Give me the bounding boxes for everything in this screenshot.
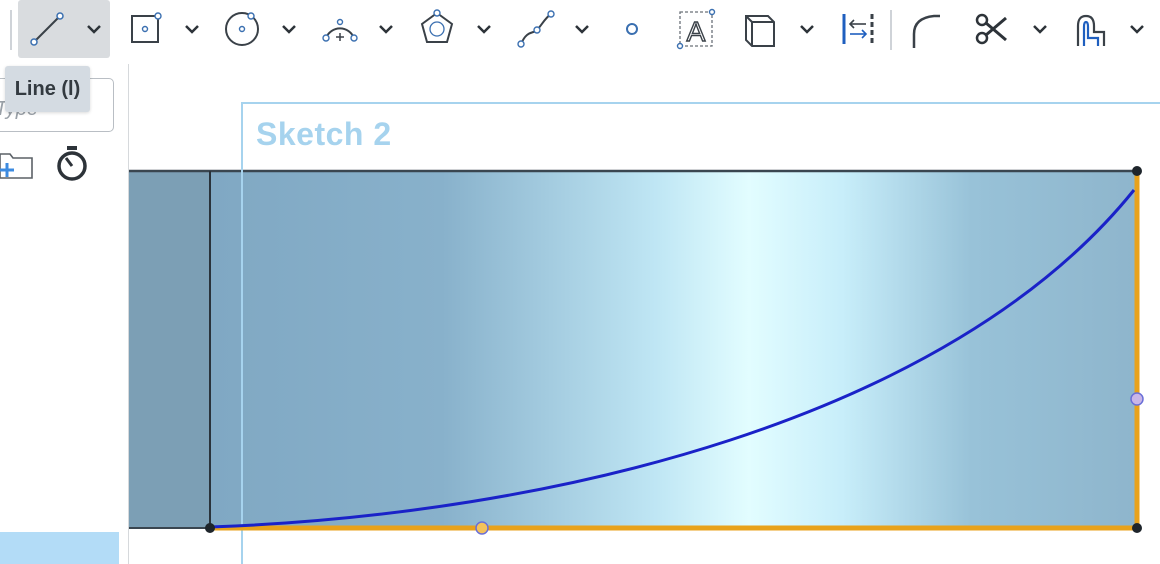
polygon-tool-button[interactable] <box>415 6 459 52</box>
arc-tool-button[interactable] <box>318 6 362 52</box>
edge-midpoint-handle[interactable] <box>475 521 489 535</box>
toolbar-separator <box>890 10 892 50</box>
spline-icon <box>517 10 555 48</box>
line-tool-dropdown[interactable] <box>84 16 104 42</box>
line-tool-tooltip: Line (l) <box>5 66 90 112</box>
trim-tool-dropdown[interactable] <box>1030 16 1050 42</box>
rollback-timer-button[interactable] <box>54 144 90 182</box>
add-folder-button[interactable] <box>0 148 36 182</box>
chevron-down-icon <box>282 25 296 34</box>
point-icon <box>626 23 638 35</box>
arc-tool-dropdown[interactable] <box>376 16 396 42</box>
sketch-fillet-icon <box>912 14 940 48</box>
chevron-down-icon <box>477 25 491 34</box>
chevron-down-icon <box>87 25 101 34</box>
part-top-face[interactable] <box>210 171 1139 528</box>
offset-tool-button[interactable] <box>1068 6 1112 52</box>
scissors-icon <box>975 13 1007 45</box>
constraint-tool-button[interactable] <box>836 6 880 52</box>
chevron-down-icon <box>185 25 199 34</box>
feature-panel <box>0 64 129 564</box>
edge-midpoint-handle[interactable] <box>1130 392 1144 406</box>
chevron-down-icon <box>379 25 393 34</box>
chevron-down-icon <box>575 25 589 34</box>
part-side-face[interactable] <box>129 171 210 528</box>
toolbar-separator <box>10 10 12 50</box>
rectangle-tool-dropdown[interactable] <box>182 16 202 42</box>
line-tool-button[interactable] <box>24 8 68 54</box>
chevron-down-icon <box>800 25 814 34</box>
construction-tool-button[interactable] <box>738 6 782 52</box>
add-folder-icon <box>0 153 33 179</box>
sketch-vertex[interactable] <box>1132 523 1142 533</box>
rectangle-tool-button[interactable] <box>124 6 168 52</box>
line-icon <box>30 12 64 46</box>
arc-icon <box>322 18 358 42</box>
selected-feature-row[interactable] <box>0 532 119 564</box>
sketch-vertex[interactable] <box>1132 166 1142 176</box>
trim-tool-button[interactable] <box>970 6 1014 52</box>
offset-tool-dropdown[interactable] <box>1127 16 1147 42</box>
spline-tool-dropdown[interactable] <box>572 16 592 42</box>
construction-box-icon <box>745 15 775 47</box>
rectangle-icon <box>131 12 162 43</box>
spline-tool-button[interactable] <box>513 6 557 52</box>
chevron-down-icon <box>1033 25 1047 34</box>
sketch-toolbar: A <box>0 0 1160 60</box>
sketch-vertex[interactable] <box>205 523 215 533</box>
construction-tool-dropdown[interactable] <box>797 16 817 42</box>
dimension-constraint-icon <box>842 14 874 44</box>
circle-tool-dropdown[interactable] <box>279 16 299 42</box>
polygon-tool-dropdown[interactable] <box>474 16 494 42</box>
point-tool-button[interactable] <box>610 6 654 52</box>
text-tool-button[interactable]: A <box>674 6 718 52</box>
fillet-tool-button[interactable] <box>904 6 948 52</box>
sketch-text-icon: A <box>676 8 716 50</box>
circle-icon <box>225 12 259 46</box>
polygon-icon <box>420 9 454 43</box>
stopwatch-icon <box>57 146 87 181</box>
offset-icon <box>1076 14 1106 46</box>
sketch-title-label: Sketch 2 <box>256 116 392 152</box>
chevron-down-icon <box>1130 25 1144 34</box>
circle-tool-button[interactable] <box>220 6 264 52</box>
svg-text:A: A <box>687 16 706 47</box>
